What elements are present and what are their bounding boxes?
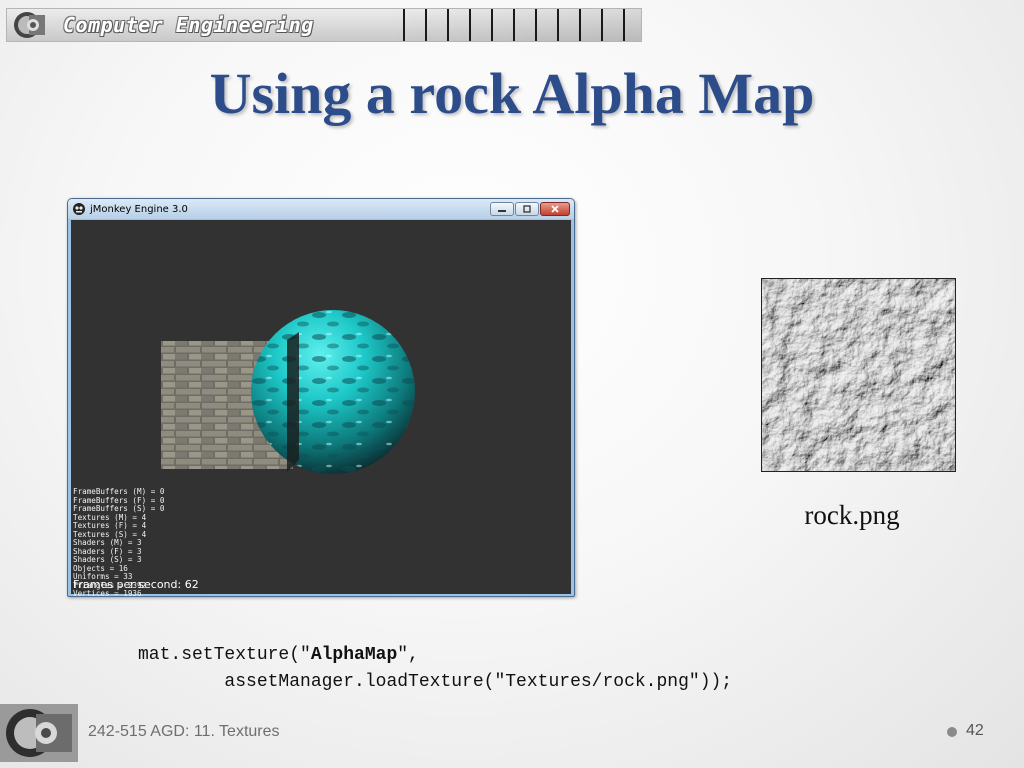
jmonkey-icon (73, 203, 85, 215)
code-line1-prefix: mat.setTexture(" (138, 645, 311, 665)
code-snippet: mat.setTexture("AlphaMap", assetManager.… (138, 642, 732, 696)
window-controls (490, 202, 570, 216)
minimize-button[interactable] (490, 202, 514, 216)
render-viewport[interactable]: FrameBuffers (M) = 0 FrameBuffers (F) = 0… (71, 220, 571, 597)
minimize-icon (498, 210, 506, 212)
page-number: 42 (966, 722, 984, 739)
close-icon (551, 205, 559, 213)
gear-logo-icon (14, 12, 45, 38)
window-titlebar[interactable]: jMonkey Engine 3.0 (68, 199, 574, 219)
banner-stripes (387, 9, 641, 41)
rock-texture-image (761, 278, 956, 472)
banner-title: Computer Engineering (63, 13, 314, 37)
close-button[interactable] (540, 202, 570, 216)
maximize-icon (523, 205, 531, 213)
stat-line: Vertices = 1936 (73, 589, 142, 597)
maximize-button[interactable] (515, 202, 539, 216)
rock-texture (762, 279, 955, 471)
footer-course-label: 242-515 AGD: 11. Textures (88, 723, 280, 740)
window-title: jMonkey Engine 3.0 (90, 203, 188, 215)
code-line1-suffix: ", (397, 645, 419, 665)
rock-caption: rock.png (804, 500, 900, 530)
header-banner: Computer Engineering (6, 8, 642, 42)
slide-title: Using a rock Alpha Map (209, 61, 815, 126)
code-alphamap: AlphaMap (310, 645, 398, 665)
footer-logo-icon (0, 704, 78, 762)
code-line2: assetManager.loadTexture("Textures/rock.… (138, 672, 733, 692)
jmonkey-window: jMonkey Engine 3.0 FrameBuffers (M) = 0 … (67, 198, 575, 597)
fps-counter: Frames per second: 62 (73, 578, 199, 591)
footer-bullet (947, 727, 957, 737)
